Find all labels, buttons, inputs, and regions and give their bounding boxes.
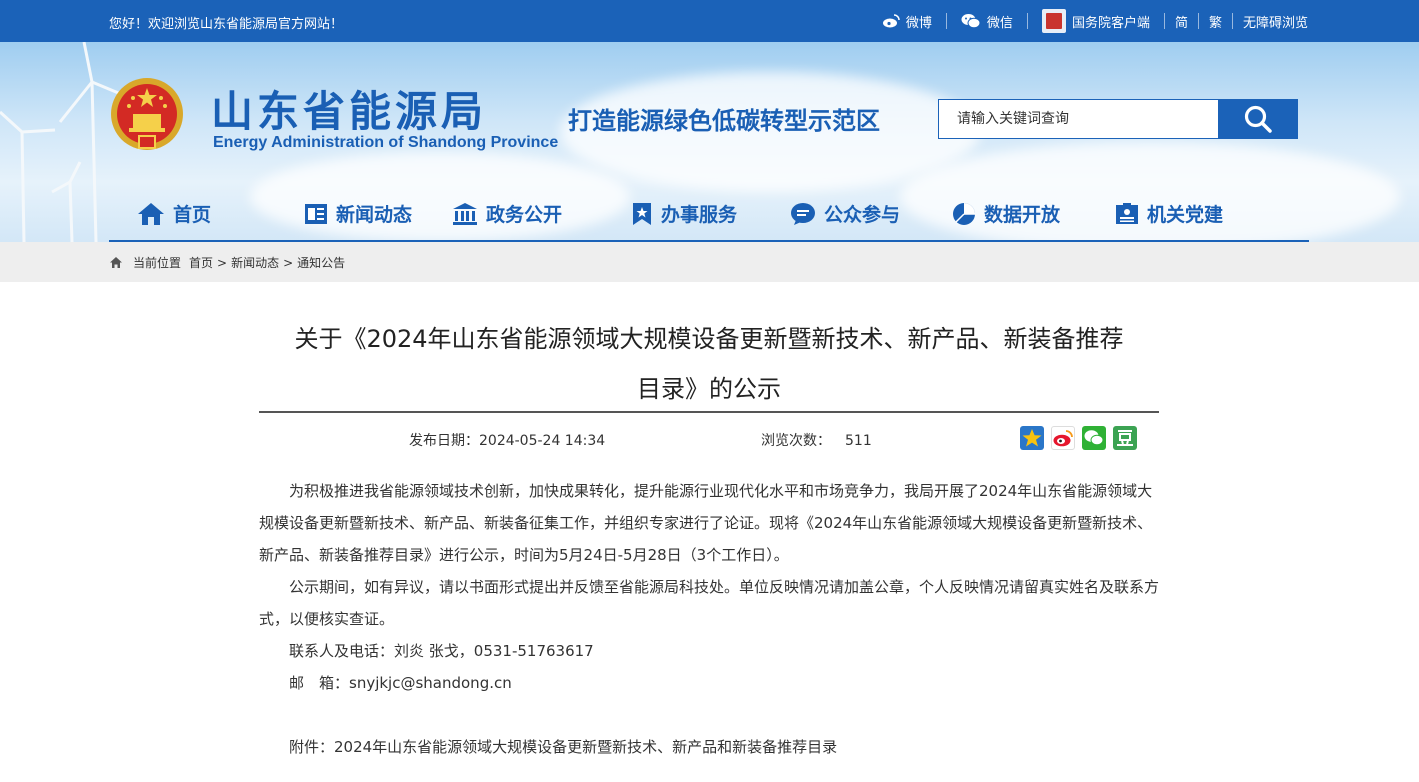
- view-count-value: 511: [845, 433, 872, 449]
- pie-chart-icon: [953, 202, 975, 225]
- top-links: 微博 微信 国务院客户端 简 繁 无障碍浏览: [868, 0, 1308, 42]
- weibo-icon: [882, 14, 900, 28]
- search-input[interactable]: [938, 99, 1218, 139]
- nav-item-data[interactable]: 数据开放: [952, 200, 1060, 227]
- nav-item-party[interactable]: 机关党建: [1115, 200, 1223, 227]
- view-count: 浏览次数： 511: [761, 430, 872, 450]
- top-bar: 您好！欢迎浏览山东省能源局官方网站！ 微博 微信 国务院客户端 简 繁 无障碍浏…: [0, 0, 1419, 42]
- site-name-english: Energy Administration of Shandong Provin…: [213, 134, 559, 151]
- weibo-icon: [1053, 430, 1073, 447]
- article-paragraph: 邮 箱：snyjkjc@shandong.cn: [289, 674, 512, 692]
- article-title-line: 目录》的公示: [637, 375, 781, 403]
- title-divider: [259, 411, 1159, 413]
- breadcrumb-prefix: 当前位置: [133, 256, 182, 270]
- article-title: 关于《2024年山东省能源领域大规模设备更新暨新技术、新产品、新装备推荐 目录》…: [259, 314, 1159, 414]
- nav-item-public[interactable]: 公众参与: [790, 200, 900, 227]
- slogan: 打造能源绿色低碳转型示范区: [568, 107, 880, 135]
- share-buttons: [1020, 426, 1137, 450]
- weibo-label: 微博: [905, 15, 932, 31]
- government-icon: [453, 202, 477, 225]
- article-body: 为积极推进我省能源领域技术创新，加快成果转化，提升能源行业现代化水平和市场竞争力…: [259, 475, 1159, 763]
- qzone-icon: [1022, 429, 1042, 447]
- accessibility-link[interactable]: 无障碍浏览: [1233, 13, 1308, 31]
- site-name: 山东省能源局: [211, 87, 488, 136]
- nav-label: 数据开放: [984, 204, 1061, 226]
- share-wechat-button[interactable]: [1082, 426, 1106, 450]
- breadcrumb-home[interactable]: 首页: [189, 254, 213, 271]
- bookmark-icon: [633, 202, 651, 225]
- view-count-label: 浏览次数：: [761, 433, 831, 449]
- wechat-icon: [961, 14, 981, 29]
- gwy-client-icon: [1041, 9, 1066, 33]
- breadcrumb: 当前位置 首页 > 新闻动态 > 通知公告: [109, 254, 345, 271]
- article-paragraph: 公示期间，如有异议，请以书面形式提出并反馈至省能源局科技处。单位反映情况请加盖公…: [259, 578, 1160, 628]
- simplified-link[interactable]: 简: [1165, 13, 1199, 31]
- breadcrumb-bar: 当前位置 首页 > 新闻动态 > 通知公告: [0, 242, 1419, 282]
- attachment-link[interactable]: 附件：2024年山东省能源领域大规模设备更新暨新技术、新产品和新装备推荐目录: [259, 731, 1159, 763]
- home-icon: [110, 257, 122, 268]
- site-header: 山东省能源局 Energy Administration of Shandong…: [0, 42, 1419, 242]
- article-paragraph: 为积极推进我省能源领域技术创新，加快成果转化，提升能源行业现代化水平和市场竞争力…: [259, 482, 1153, 564]
- publish-date-label: 发布日期：: [409, 433, 479, 449]
- simplified-label: 简: [1174, 15, 1188, 31]
- nav-label: 机关党建: [1147, 204, 1224, 226]
- search-icon: [1244, 105, 1272, 133]
- news-icon: [305, 203, 327, 224]
- nav-item-services[interactable]: 办事服务: [631, 200, 737, 227]
- accessibility-label: 无障碍浏览: [1242, 15, 1308, 31]
- breadcrumb-news[interactable]: 新闻动态: [231, 254, 279, 271]
- traditional-link[interactable]: 繁: [1199, 13, 1233, 31]
- nav-label: 政务公开: [486, 204, 563, 226]
- weibo-link[interactable]: 微博: [868, 13, 947, 31]
- nav-label: 首页: [173, 204, 212, 226]
- gwy-client-link[interactable]: 国务院客户端: [1028, 9, 1165, 33]
- publish-date-value: 2024-05-24 14:34: [479, 433, 606, 449]
- share-weibo-button[interactable]: [1051, 426, 1075, 450]
- chat-icon: [791, 202, 815, 225]
- traditional-label: 繁: [1208, 15, 1222, 31]
- gwy-client-label: 国务院客户端: [1071, 15, 1150, 31]
- nav-item-government[interactable]: 政务公开: [452, 200, 562, 227]
- article-title-line: 关于《2024年山东省能源领域大规模设备更新暨新技术、新产品、新装备推荐: [294, 325, 1124, 353]
- home-icon: [138, 202, 164, 225]
- share-douban-button[interactable]: [1113, 426, 1137, 450]
- nav-label: 公众参与: [824, 204, 901, 226]
- nav-item-news[interactable]: 新闻动态: [304, 200, 412, 227]
- search-box: [938, 99, 1298, 139]
- douban-icon: [1117, 430, 1133, 446]
- nav-item-home[interactable]: 首页: [137, 200, 211, 227]
- nav-label: 办事服务: [661, 204, 738, 226]
- welcome-text: 您好！欢迎浏览山东省能源局官方网站！: [109, 17, 344, 32]
- article-paragraph: 联系人及电话：刘炎 张戈，0531-51763617: [289, 642, 594, 660]
- weixin-link[interactable]: 微信: [947, 13, 1028, 31]
- publish-date: 发布日期：2024-05-24 14:34: [409, 430, 605, 450]
- national-emblem-logo: [111, 78, 183, 150]
- weixin-label: 微信: [986, 15, 1013, 31]
- wechat-icon: [1084, 430, 1104, 446]
- breadcrumb-notices[interactable]: 通知公告: [297, 254, 345, 271]
- search-button[interactable]: [1218, 99, 1298, 139]
- party-icon: [1116, 202, 1138, 224]
- nav-label: 新闻动态: [336, 204, 413, 226]
- share-qzone-button[interactable]: [1020, 426, 1044, 450]
- main-nav: 首页 新闻动态 政务公开 办事服务 公众参与 数据开放 机关党建: [109, 192, 1309, 242]
